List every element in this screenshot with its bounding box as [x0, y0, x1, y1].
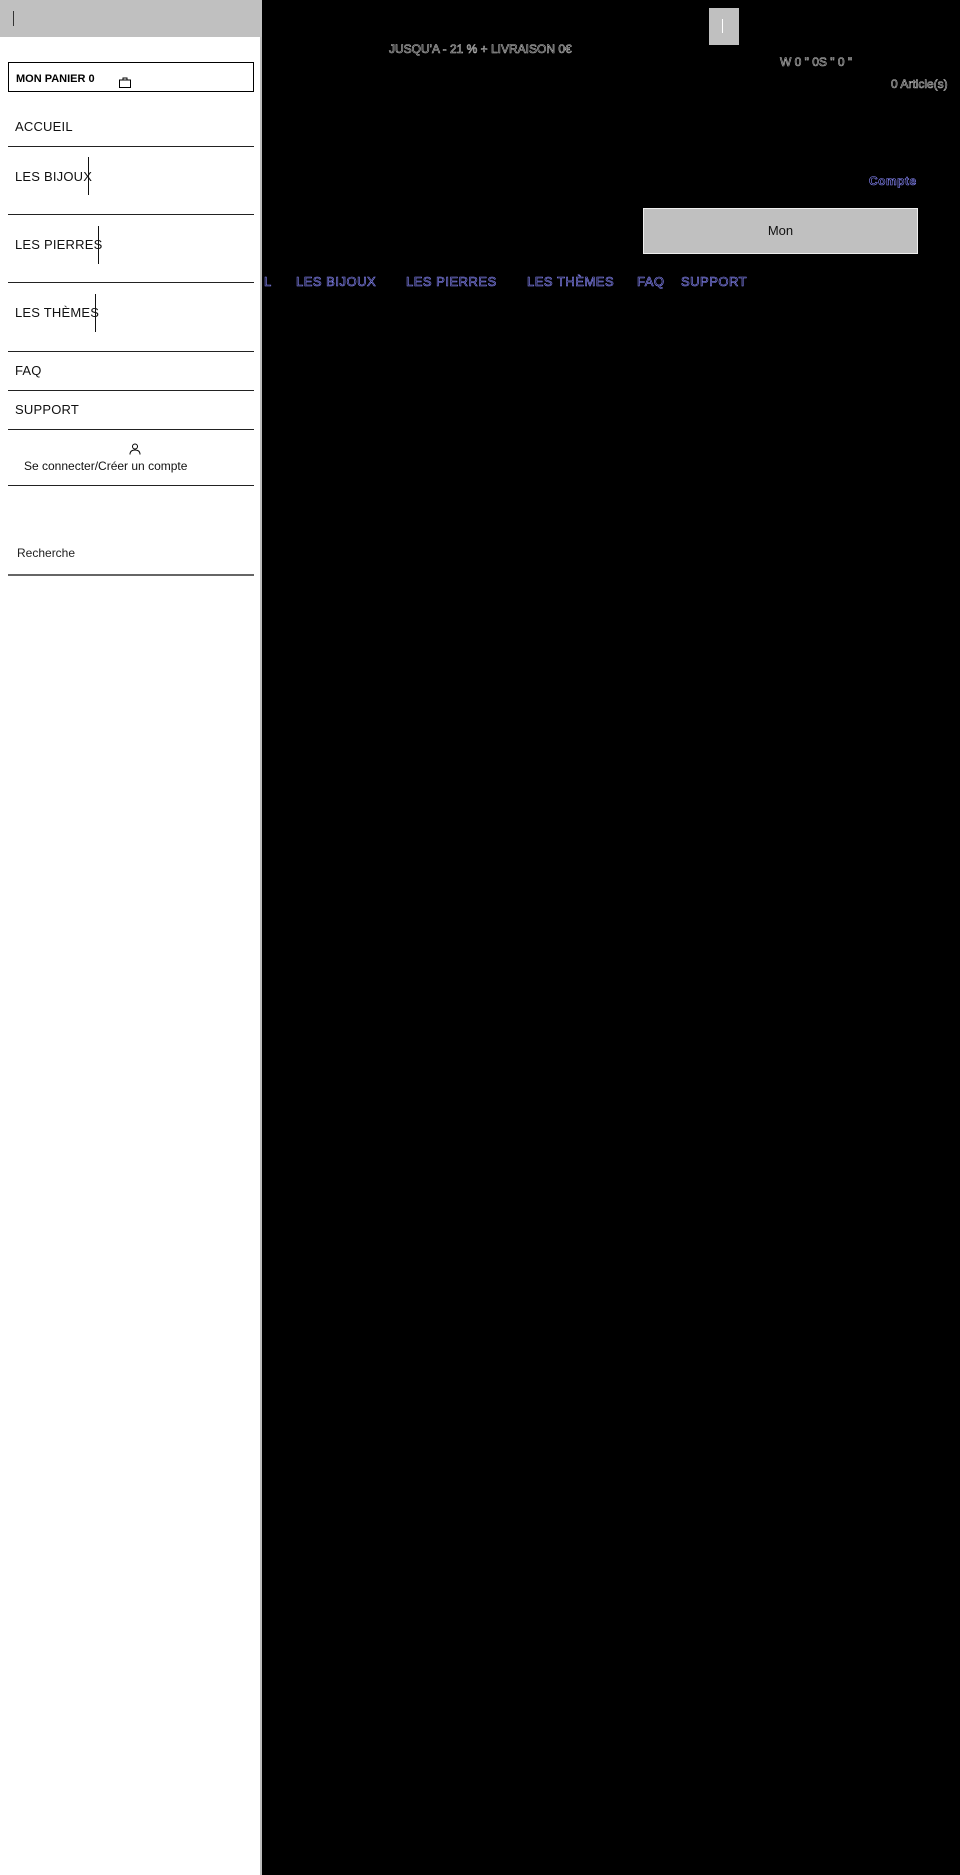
menu-item-themes[interactable]: LES THÈMES — [15, 305, 99, 320]
cart-button[interactable]: MON PANIER 0 — [8, 62, 254, 92]
close-button[interactable] — [13, 11, 14, 26]
menu-drawer: MON PANIER 0 ACCUEIL LES BIJOUX LES PIER… — [0, 0, 262, 1875]
currency-selector[interactable]: W 0 " 0S " 0 " — [780, 55, 853, 70]
toggle-button[interactable] — [709, 8, 739, 45]
mon-button[interactable]: Mon — [643, 208, 918, 254]
account-link[interactable]: Compte — [869, 174, 917, 189]
expand-indicator — [88, 157, 89, 195]
divider — [8, 214, 254, 215]
nav-bijoux[interactable]: LES BIJOUX — [296, 274, 376, 290]
divider — [8, 485, 254, 486]
divider — [8, 282, 254, 283]
search-underline — [8, 574, 254, 576]
user-icon — [129, 443, 141, 455]
search-input[interactable]: Recherche — [17, 546, 75, 560]
expand-indicator — [95, 294, 96, 332]
drawer-topbar — [0, 0, 262, 37]
nav-support[interactable]: SUPPORT — [681, 274, 747, 290]
mon-button-label: Mon — [767, 223, 794, 238]
divider — [8, 351, 254, 352]
nav-accueil[interactable]: L — [264, 274, 272, 290]
bag-icon — [119, 77, 131, 88]
login-link[interactable]: Se connecter/Créer un compte — [24, 459, 187, 473]
cart-label: MON PANIER 0 — [16, 73, 95, 85]
menu-item-faq[interactable]: FAQ — [15, 363, 42, 378]
nav-faq[interactable]: FAQ — [637, 274, 665, 290]
promo-banner: JUSQU'A - 21 % + LIVRAISON 0€ — [389, 42, 572, 57]
nav-themes[interactable]: LES THÈMES — [527, 274, 614, 290]
menu-item-support[interactable]: SUPPORT — [15, 402, 79, 417]
cart-count[interactable]: 0 Article(s) — [891, 77, 948, 92]
nav-pierres[interactable]: LES PIERRES — [406, 274, 497, 290]
expand-indicator — [98, 226, 99, 264]
menu-item-pierres[interactable]: LES PIERRES — [15, 237, 102, 252]
menu-item-accueil[interactable]: ACCUEIL — [15, 119, 73, 134]
divider — [8, 429, 254, 430]
divider — [8, 390, 254, 391]
divider — [8, 146, 254, 147]
menu-item-bijoux[interactable]: LES BIJOUX — [15, 169, 92, 184]
